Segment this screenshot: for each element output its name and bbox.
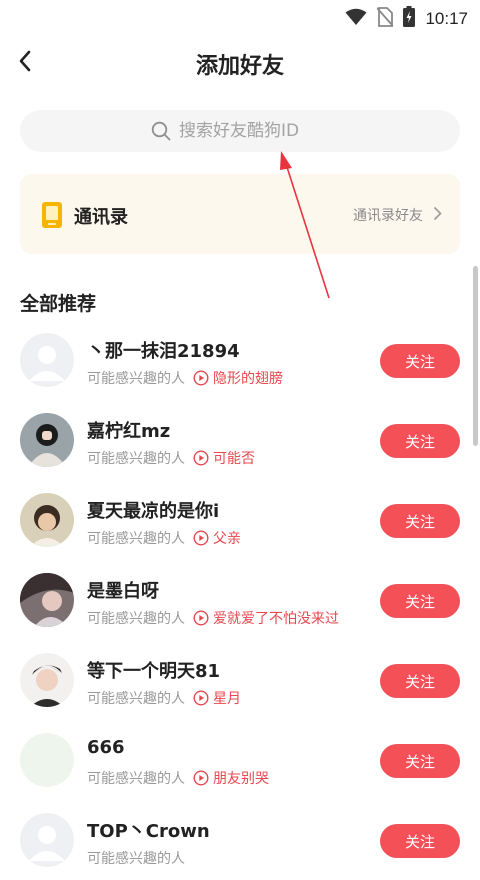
user-meta: 可能感兴趣的人 可能否 bbox=[87, 448, 255, 468]
list-item[interactable]: 等下一个明天81 可能感兴趣的人 星月 关注 bbox=[0, 640, 480, 720]
list-item[interactable]: 嘉柠红mz 可能感兴趣的人 可能否 关注 bbox=[0, 400, 480, 480]
recommendation-list: 丶那一抹泪21894 可能感兴趣的人 隐形的翅膀 关注 嘉柠红mz 可能感兴趣的… bbox=[0, 320, 480, 880]
search-input[interactable] bbox=[179, 121, 329, 141]
user-name: 丶那一抹泪21894 bbox=[87, 341, 240, 362]
contacts-link[interactable]: 通讯录好友 bbox=[353, 205, 442, 225]
contacts-book-icon bbox=[42, 202, 62, 232]
song-link[interactable]: 星月 bbox=[213, 688, 241, 708]
user-meta: 可能感兴趣的人 朋友别哭 bbox=[87, 768, 269, 788]
list-item[interactable]: 夏天最凉的是你i 可能感兴趣的人 父亲 关注 bbox=[0, 480, 480, 560]
user-name: 是墨白呀 bbox=[87, 581, 159, 602]
avatar[interactable] bbox=[20, 573, 74, 627]
section-title: 全部推荐 bbox=[20, 293, 97, 315]
follow-button[interactable]: 关注 bbox=[380, 664, 460, 698]
song-link[interactable]: 隐形的翅膀 bbox=[213, 368, 283, 388]
list-item[interactable]: 丶那一抹泪21894 可能感兴趣的人 隐形的翅膀 关注 bbox=[0, 320, 480, 400]
user-meta: 可能感兴趣的人 星月 bbox=[87, 688, 241, 708]
user-meta: 可能感兴趣的人 bbox=[87, 848, 185, 868]
reason-text: 可能感兴趣的人 bbox=[87, 691, 185, 707]
reason-text: 可能感兴趣的人 bbox=[87, 451, 185, 467]
reason-text: 可能感兴趣的人 bbox=[87, 371, 185, 387]
reason-text: 可能感兴趣的人 bbox=[87, 771, 185, 787]
play-circle-icon bbox=[193, 770, 209, 786]
play-circle-icon bbox=[193, 530, 209, 546]
reason-text: 可能感兴趣的人 bbox=[87, 611, 185, 627]
follow-button[interactable]: 关注 bbox=[380, 744, 460, 778]
song-link[interactable]: 可能否 bbox=[213, 448, 255, 468]
contacts-title: 通讯录 bbox=[74, 207, 128, 228]
play-circle-icon bbox=[193, 610, 209, 626]
page-title: 添加好友 bbox=[195, 54, 284, 79]
avatar[interactable] bbox=[20, 493, 74, 547]
user-meta: 可能感兴趣的人 父亲 bbox=[87, 528, 241, 548]
no-sim-icon bbox=[376, 6, 395, 31]
song-link[interactable]: 父亲 bbox=[213, 528, 241, 548]
contacts-link-label: 通讯录好友 bbox=[353, 208, 423, 224]
follow-button[interactable]: 关注 bbox=[380, 504, 460, 538]
header: 添加好友 bbox=[0, 36, 480, 90]
user-name: 666 bbox=[87, 737, 125, 758]
user-name: 等下一个明天81 bbox=[87, 661, 221, 682]
song-link[interactable]: 爱就爱了不怕没来过 bbox=[213, 608, 339, 628]
play-circle-icon bbox=[193, 450, 209, 466]
user-name: 夏天最凉的是你i bbox=[87, 501, 220, 522]
user-meta: 可能感兴趣的人 隐形的翅膀 bbox=[87, 368, 283, 388]
song-link[interactable]: 朋友别哭 bbox=[213, 768, 269, 788]
avatar[interactable] bbox=[20, 413, 74, 467]
reason-text: 可能感兴趣的人 bbox=[87, 531, 185, 547]
play-circle-icon bbox=[193, 690, 209, 706]
reason-text: 可能感兴趣的人 bbox=[87, 851, 185, 867]
follow-button[interactable]: 关注 bbox=[380, 584, 460, 618]
user-meta: 可能感兴趣的人 爱就爱了不怕没来过 bbox=[87, 608, 339, 628]
battery-icon bbox=[403, 6, 416, 31]
search-bar[interactable] bbox=[20, 110, 460, 152]
status-bar: 10:17 bbox=[0, 0, 480, 34]
list-item[interactable]: 666 可能感兴趣的人 朋友别哭 关注 bbox=[0, 720, 480, 800]
avatar[interactable] bbox=[20, 733, 74, 787]
follow-button[interactable]: 关注 bbox=[380, 344, 460, 378]
avatar[interactable] bbox=[20, 333, 74, 387]
search-icon bbox=[151, 121, 171, 141]
list-item[interactable]: TOP丶Crown 可能感兴趣的人 关注 bbox=[0, 800, 480, 880]
list-item[interactable]: 是墨白呀 可能感兴趣的人 爱就爱了不怕没来过 关注 bbox=[0, 560, 480, 640]
follow-button[interactable]: 关注 bbox=[380, 424, 460, 458]
chevron-right-icon bbox=[433, 206, 442, 225]
contacts-card[interactable]: 通讯录 通讯录好友 bbox=[20, 174, 460, 254]
wifi-icon bbox=[345, 8, 367, 30]
status-time: 10:17 bbox=[425, 8, 468, 28]
user-name: 嘉柠红mz bbox=[87, 421, 171, 442]
scrollbar[interactable] bbox=[473, 266, 478, 446]
user-name: TOP丶Crown bbox=[87, 821, 210, 842]
avatar[interactable] bbox=[20, 813, 74, 867]
play-circle-icon bbox=[193, 370, 209, 386]
avatar[interactable] bbox=[20, 653, 74, 707]
